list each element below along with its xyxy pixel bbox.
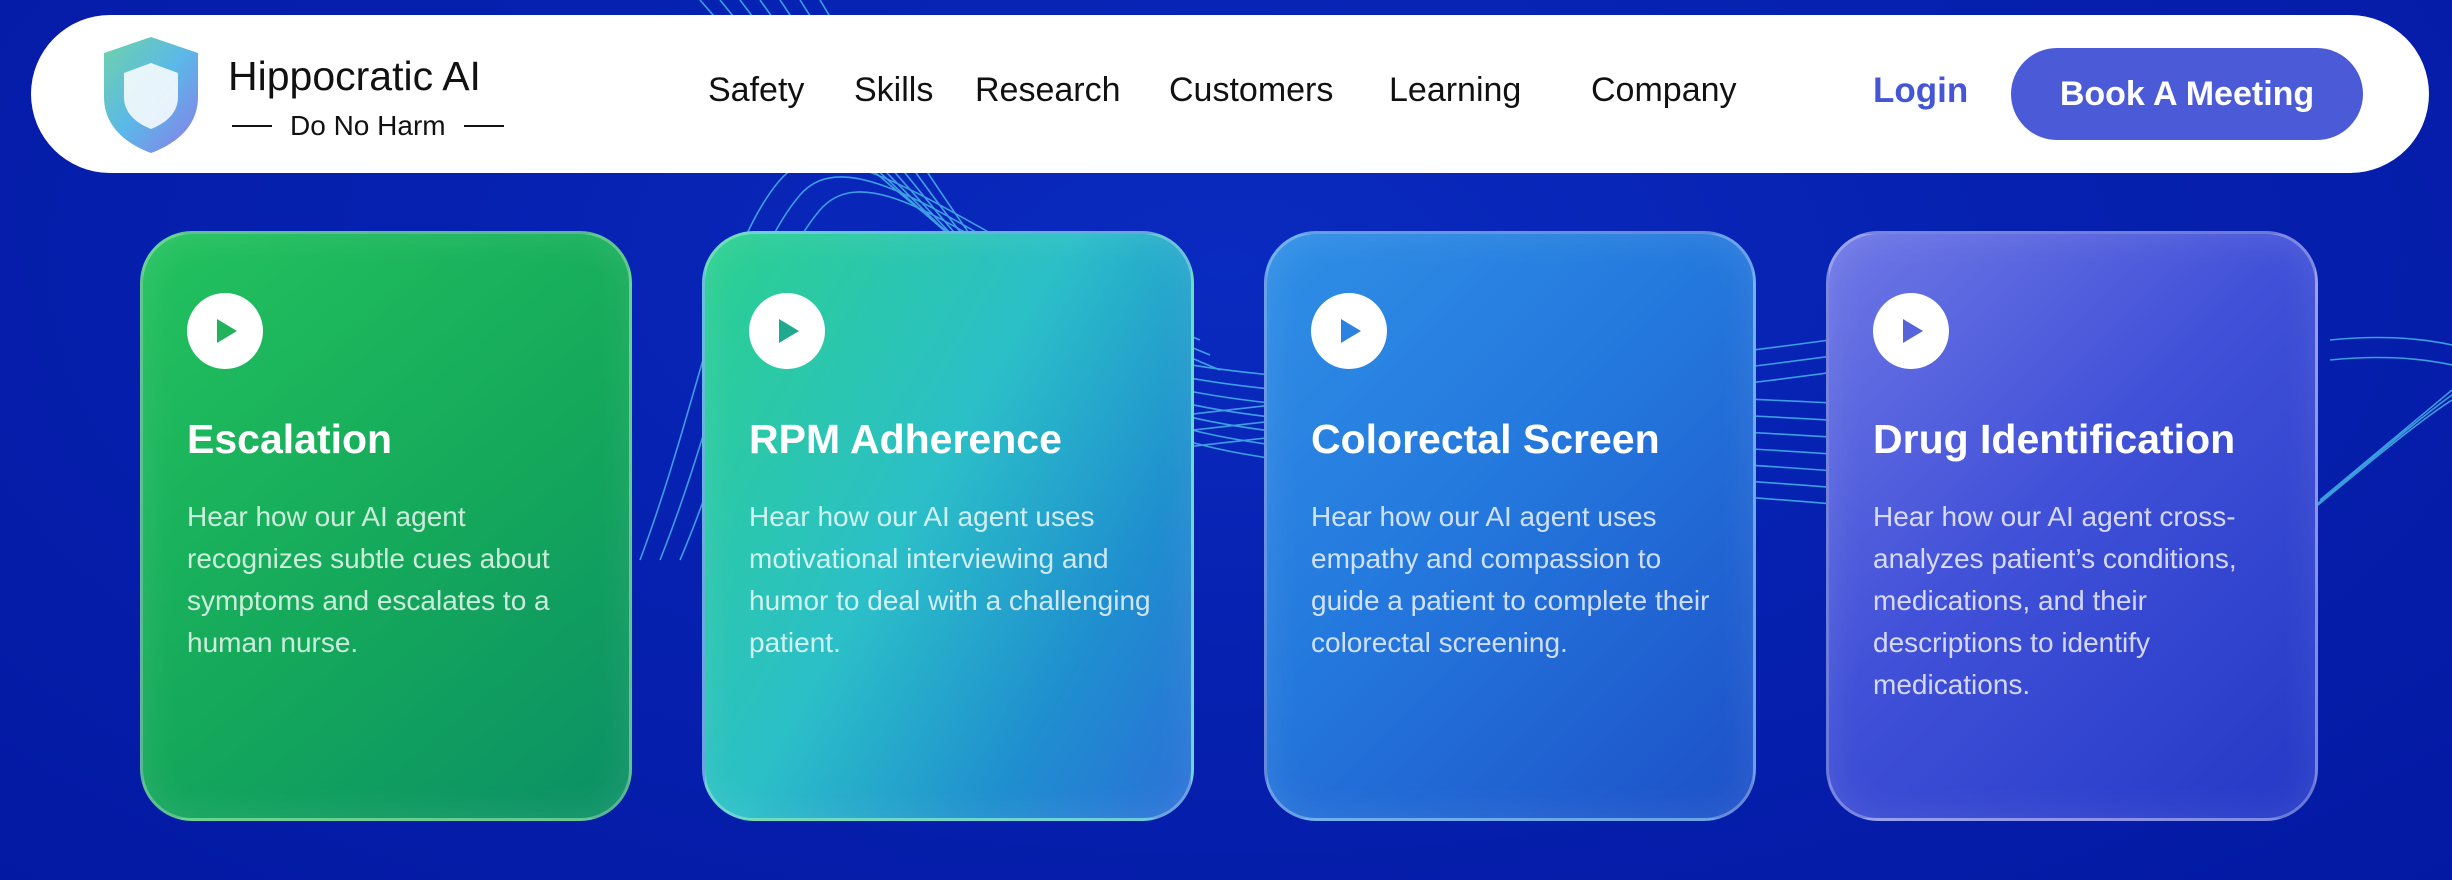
top-navbar: Hippocratic AI Do No Harm Safety Skills … xyxy=(31,15,2429,173)
play-icon xyxy=(1341,319,1361,343)
nav-customers[interactable]: Customers xyxy=(1169,71,1333,110)
nav-skills[interactable]: Skills xyxy=(854,71,933,110)
play-icon xyxy=(779,319,799,343)
play-button[interactable] xyxy=(1873,293,1949,369)
card-title: Escalation xyxy=(187,416,393,462)
card-description: Hear how our AI agent uses motivational … xyxy=(749,501,1151,658)
play-button[interactable] xyxy=(749,293,825,369)
card-title: RPM Adherence xyxy=(749,416,1062,462)
card-drug-identification[interactable]: Drug Identification Hear how our AI agen… xyxy=(1826,231,2318,821)
play-button[interactable] xyxy=(1311,293,1387,369)
card-rpm-adherence[interactable]: RPM Adherence Hear how our AI agent uses… xyxy=(702,231,1194,821)
nav-learning[interactable]: Learning xyxy=(1389,71,1521,110)
nav-company[interactable]: Company xyxy=(1591,71,1737,110)
card-title: Drug Identification xyxy=(1873,416,2236,462)
card-description: Hear how our AI agent uses empathy and c… xyxy=(1311,501,1710,658)
nav-safety[interactable]: Safety xyxy=(708,71,804,110)
card-colorectal-screen[interactable]: Colorectal Screen Hear how our AI agent … xyxy=(1264,231,1756,821)
login-link[interactable]: Login xyxy=(1873,71,1968,111)
nav-research[interactable]: Research xyxy=(975,71,1121,110)
card-title: Colorectal Screen xyxy=(1311,416,1660,462)
card-escalation[interactable]: Escalation Hear how our AI agent recogni… xyxy=(140,231,632,821)
play-icon xyxy=(217,319,237,343)
play-button[interactable] xyxy=(187,293,263,369)
book-meeting-button[interactable]: Book A Meeting xyxy=(2011,48,2363,140)
play-icon xyxy=(1903,319,1923,343)
card-description: Hear how our AI agent cross-analyzes pat… xyxy=(1873,501,2237,700)
card-description: Hear how our AI agent recognizes subtle … xyxy=(187,501,550,658)
